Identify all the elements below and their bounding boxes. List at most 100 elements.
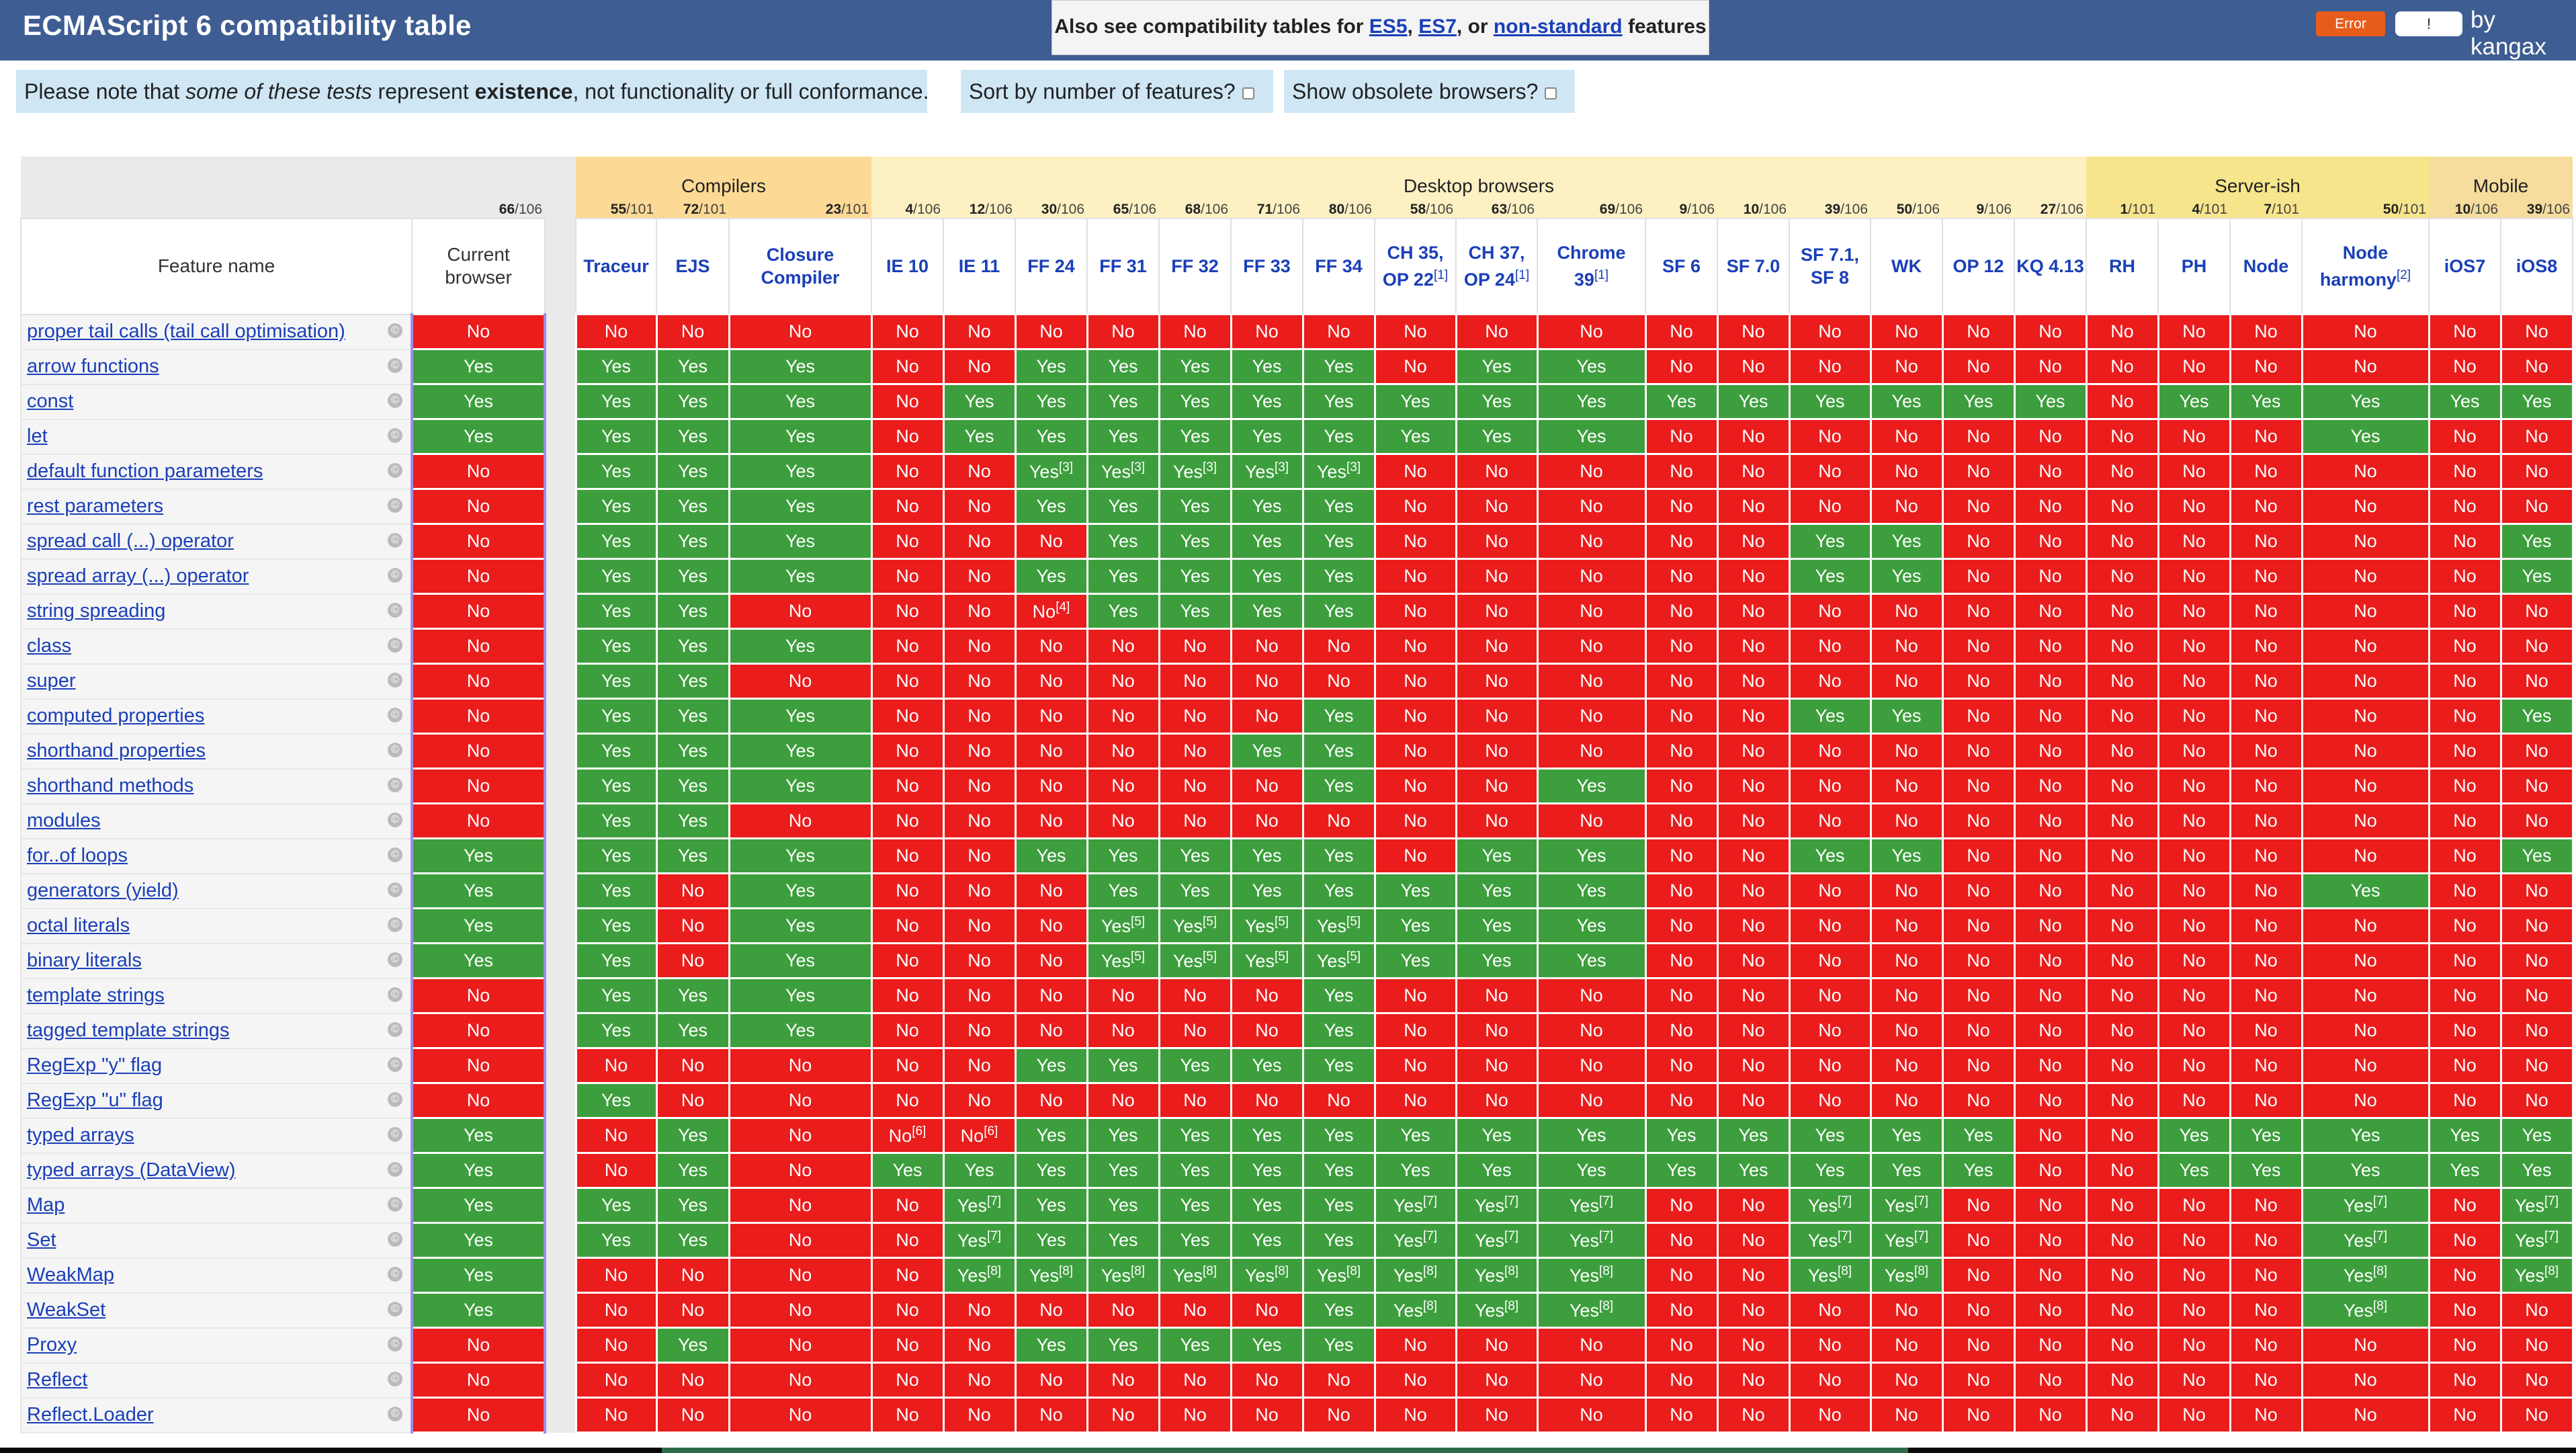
result-footnote[interactable]: [6] [912,1124,926,1138]
column-header[interactable]: Node harmony[2] [2301,218,2430,315]
column-header[interactable]: FF 32 [1158,218,1232,315]
column-header[interactable]: iOS7 [2428,218,2501,315]
feature-link[interactable]: modules [27,810,101,831]
result-footnote[interactable]: [3] [1131,460,1145,474]
copy-icon[interactable]: © [388,1056,402,1072]
result-footnote[interactable]: [8] [1059,1264,1073,1278]
column-footnote[interactable]: [2] [2397,268,2411,282]
column-header[interactable]: OP 12 [1942,218,2015,315]
feature-link[interactable]: Map [27,1194,65,1216]
feature-link[interactable]: WeakSet [27,1299,105,1321]
feature-link[interactable]: generators (yield) [27,880,179,901]
result-footnote[interactable]: [7] [1599,1194,1613,1208]
copy-icon[interactable]: © [388,602,402,618]
result-footnote[interactable]: [8] [1346,1264,1361,1278]
result-footnote[interactable]: [4] [1056,600,1070,614]
column-header[interactable]: RH [2086,218,2159,315]
feature-link[interactable]: shorthand properties [27,740,206,761]
copy-icon[interactable]: © [388,1336,402,1352]
result-footnote[interactable]: [8] [1914,1264,1928,1278]
result-footnote[interactable]: [5] [1131,915,1145,929]
column-header[interactable]: Chrome 39[1] [1537,218,1646,315]
result-footnote[interactable]: [8] [2544,1264,2559,1278]
copy-icon[interactable]: © [388,1266,402,1282]
copy-icon[interactable]: © [388,637,402,653]
copy-icon[interactable]: © [388,1091,402,1107]
feature-link[interactable]: binary literals [27,950,142,971]
result-footnote[interactable]: [7] [1838,1194,1852,1208]
result-footnote[interactable]: [8] [1599,1299,1613,1313]
result-footnote[interactable]: [8] [987,1264,1001,1278]
bottom-scrollbar[interactable] [662,1448,1908,1453]
copy-icon[interactable]: © [388,1126,402,1142]
copy-icon[interactable]: © [388,1406,402,1421]
non-standard-link[interactable]: non-standard [1494,15,1623,38]
result-footnote[interactable]: [5] [1203,915,1217,929]
feature-link[interactable]: Reflect.Loader [27,1404,154,1425]
copy-icon[interactable]: © [388,882,402,897]
column-header[interactable]: CH 35, OP 22[1] [1374,218,1457,315]
column-header[interactable]: Node [2229,218,2303,315]
result-footnote[interactable]: [3] [1203,460,1217,474]
feature-link[interactable]: Proxy [27,1334,77,1356]
feature-link[interactable]: let [27,425,48,447]
result-footnote[interactable]: [5] [1346,915,1361,929]
column-footnote[interactable]: [1] [1594,268,1608,282]
sort-option[interactable]: Sort by number of features? [961,70,1273,113]
column-header[interactable]: SF 7.1, SF 8 [1789,218,1871,315]
result-footnote[interactable]: [3] [1275,460,1289,474]
column-header[interactable]: SF 6 [1645,218,1718,315]
feature-link[interactable]: for..of loops [27,845,128,866]
result-footnote[interactable]: [7] [1504,1194,1518,1208]
result-footnote[interactable]: [5] [1275,915,1289,929]
result-footnote[interactable]: [5] [1131,950,1145,964]
column-header[interactable]: FF 24 [1015,218,1088,315]
column-header[interactable]: EJS [656,218,730,315]
result-footnote[interactable]: [7] [2373,1194,2387,1208]
column-header[interactable]: IE 10 [871,218,944,315]
feature-link[interactable]: Set [27,1229,56,1251]
copy-icon[interactable]: © [388,323,402,338]
result-footnote[interactable]: [8] [2373,1299,2387,1313]
feature-link[interactable]: string spreading [27,600,165,622]
result-footnote[interactable]: [8] [1275,1264,1289,1278]
result-footnote[interactable]: [8] [1504,1299,1518,1313]
copy-icon[interactable]: © [388,427,402,443]
column-header[interactable]: FF 33 [1230,218,1303,315]
copy-icon[interactable]: © [388,1231,402,1247]
result-footnote[interactable]: [8] [2373,1264,2387,1278]
result-footnote[interactable]: [8] [1599,1264,1613,1278]
copy-icon[interactable]: © [388,777,402,792]
column-header[interactable]: WK [1870,218,1943,315]
column-header[interactable]: PH [2157,218,2231,315]
result-footnote[interactable]: [8] [1203,1264,1217,1278]
feature-link[interactable]: rest parameters [27,495,163,517]
result-footnote[interactable]: [8] [1423,1299,1437,1313]
column-header[interactable]: KQ 4.13 [2014,218,2087,315]
feature-link[interactable]: RegExp "y" flag [27,1054,162,1076]
result-footnote[interactable]: [7] [1599,1229,1613,1243]
column-header[interactable]: FF 31 [1086,218,1160,315]
column-footnote[interactable]: [1] [1434,268,1448,282]
es7-link[interactable]: ES7 [1418,15,1457,38]
result-footnote[interactable]: [7] [1838,1229,1852,1243]
copy-icon[interactable]: © [388,742,402,757]
result-footnote[interactable]: [7] [1914,1229,1928,1243]
error-button[interactable]: Error [2316,11,2385,36]
feature-link[interactable]: default function parameters [27,460,263,482]
column-header[interactable]: SF 7.0 [1717,218,1790,315]
result-footnote[interactable]: [7] [1914,1194,1928,1208]
result-footnote[interactable]: [7] [987,1194,1001,1208]
copy-icon[interactable]: © [388,567,402,583]
result-footnote[interactable]: [8] [1131,1264,1145,1278]
column-header[interactable]: IE 11 [943,218,1016,315]
feature-link[interactable]: const [27,390,73,412]
feature-link[interactable]: Reflect [27,1369,87,1390]
result-footnote[interactable]: [8] [1504,1264,1518,1278]
result-footnote[interactable]: [7] [1504,1229,1518,1243]
es5-link[interactable]: ES5 [1369,15,1408,38]
copy-icon[interactable]: © [388,812,402,827]
copy-icon[interactable]: © [388,672,402,688]
column-header[interactable]: iOS8 [2500,218,2573,315]
feature-link[interactable]: proper tail calls (tail call optimisatio… [27,321,345,342]
